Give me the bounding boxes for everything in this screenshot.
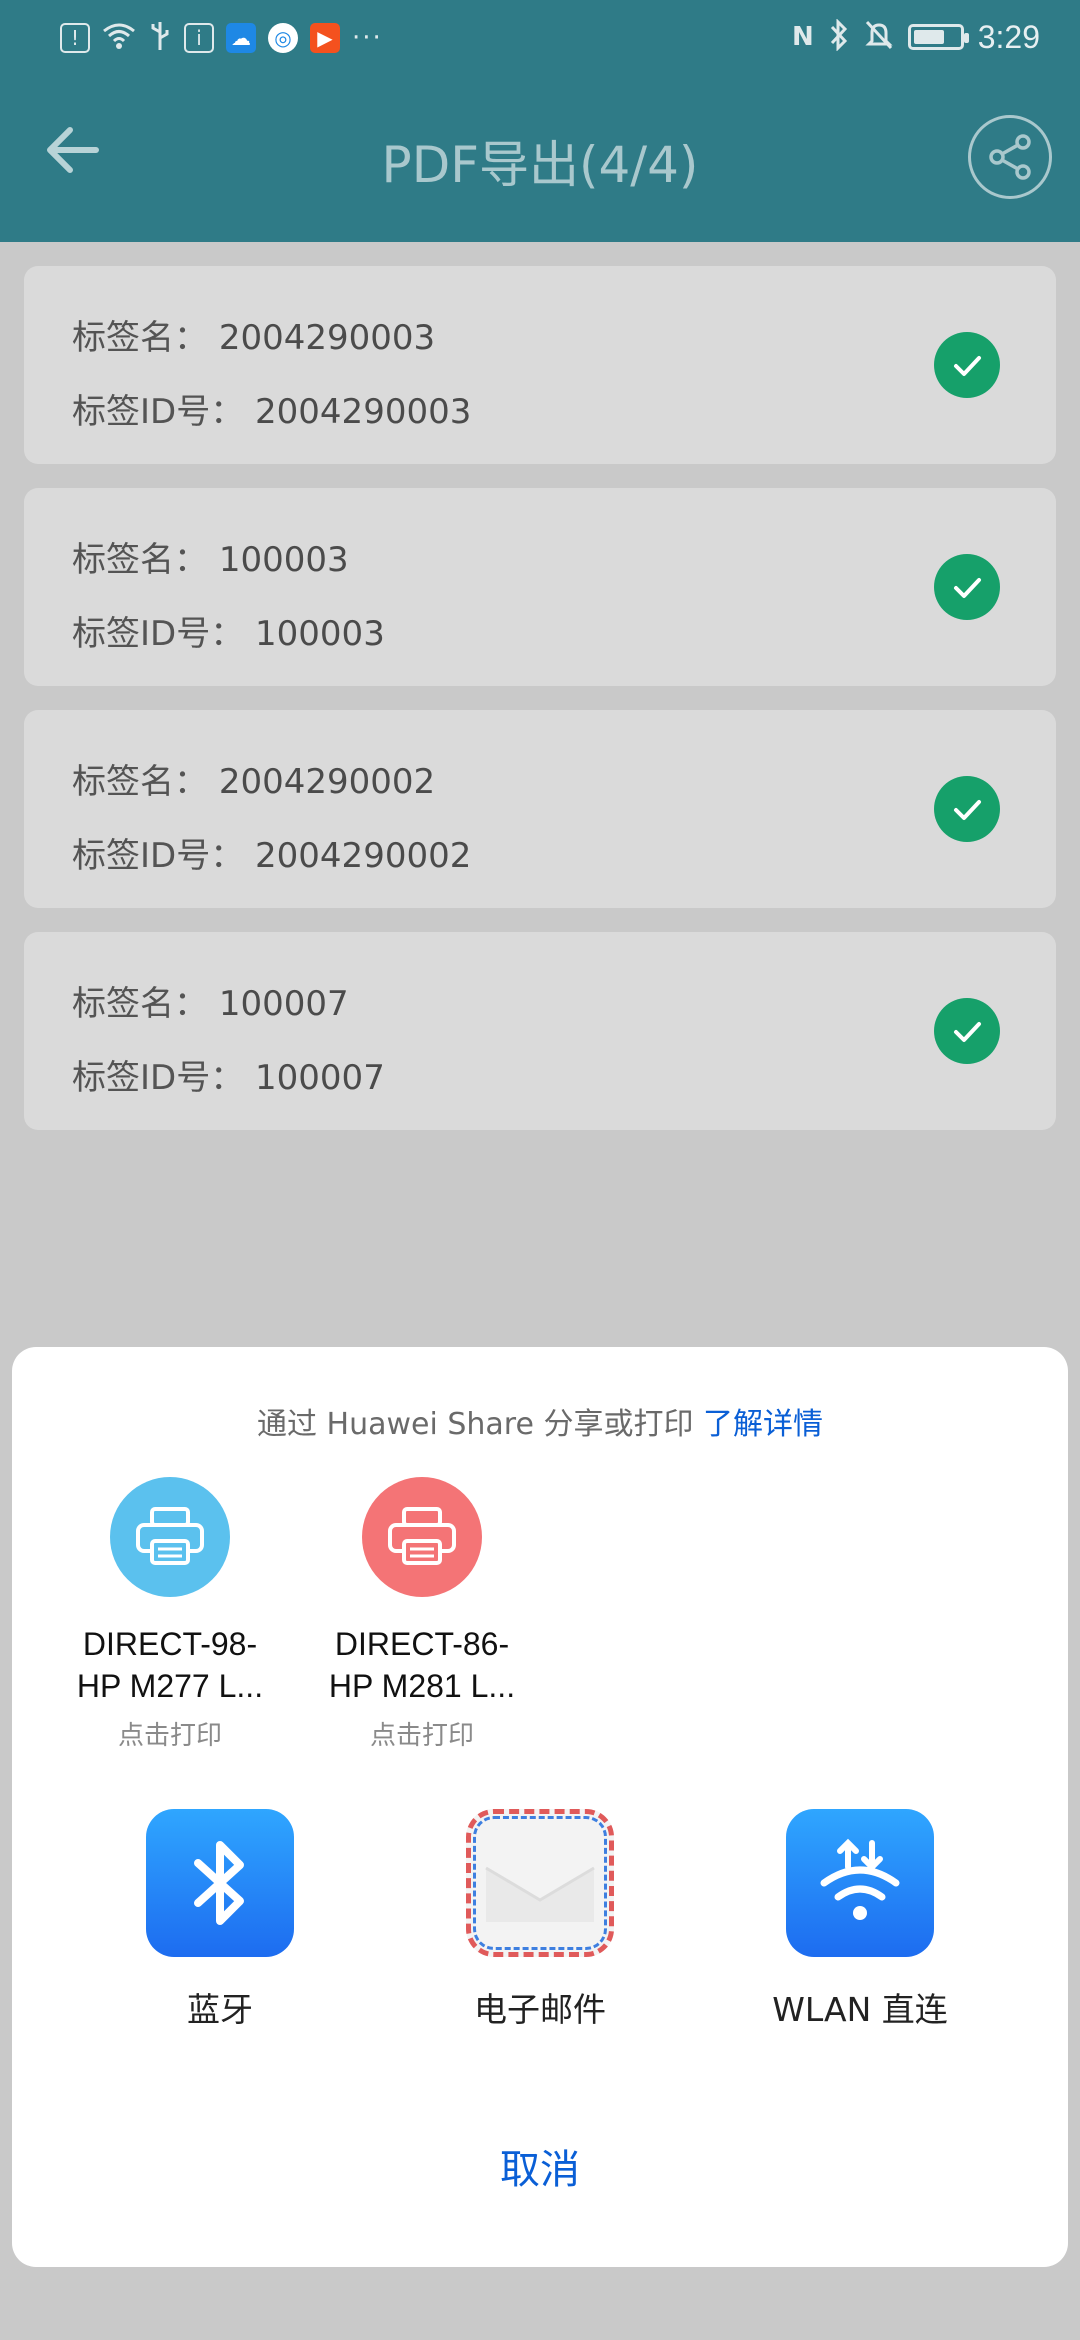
printer-name: DIRECT-98- HP M277 L... bbox=[50, 1623, 290, 1707]
tag-id-label: 标签ID号： bbox=[72, 392, 245, 432]
printer-item[interactable]: DIRECT-86- HP M281 L... 点击打印 bbox=[302, 1477, 542, 1752]
printer-name-line1: DIRECT-86- bbox=[334, 1626, 510, 1662]
share-app-label: 电子邮件 bbox=[474, 1990, 606, 2029]
battery-icon bbox=[907, 24, 969, 50]
tag-id-value: 2004290002 bbox=[255, 836, 472, 876]
tag-name-label: 标签名： bbox=[72, 762, 208, 802]
check-icon bbox=[934, 776, 1000, 842]
printer-name: DIRECT-86- HP M281 L... bbox=[302, 1623, 542, 1707]
tag-id-row: 标签ID号： 2004290002 bbox=[72, 828, 471, 877]
share-email[interactable]: 电子邮件 bbox=[420, 1809, 660, 2031]
tag-id-label: 标签ID号： bbox=[72, 1058, 245, 1098]
tag-name-value: 100007 bbox=[218, 984, 349, 1024]
hint-text: 通过 Huawei Share 分享或打印 bbox=[256, 1407, 694, 1442]
printer-action-label: 点击打印 bbox=[369, 1721, 474, 1751]
cloud-app-icon: ☁ bbox=[226, 23, 256, 53]
learn-more-link[interactable]: 了解详情 bbox=[703, 1407, 823, 1442]
tag-card[interactable]: 标签名： 100003 标签ID号： 100003 bbox=[24, 488, 1056, 686]
tag-name-label: 标签名： bbox=[72, 984, 208, 1024]
printer-icon bbox=[110, 1477, 230, 1597]
bluetooth-icon bbox=[146, 1809, 294, 1957]
tag-name-row: 标签名： 2004290002 bbox=[72, 754, 435, 803]
share-sheet: 通过 Huawei Share 分享或打印 了解详情 DIRECT-98- HP… bbox=[12, 1347, 1068, 2267]
wlan-direct-icon bbox=[786, 1809, 934, 1957]
email-icon bbox=[466, 1809, 614, 1957]
info-app-icon: i bbox=[184, 23, 214, 53]
tag-id-row: 标签ID号： 2004290003 bbox=[72, 384, 471, 433]
tag-card[interactable]: 标签名： 2004290003 标签ID号： 2004290003 bbox=[24, 266, 1056, 464]
tag-id-row: 标签ID号： 100003 bbox=[72, 606, 385, 655]
tag-name-label: 标签名： bbox=[72, 318, 208, 358]
share-bluetooth[interactable]: 蓝牙 bbox=[100, 1809, 340, 2031]
printer-icon bbox=[362, 1477, 482, 1597]
more-notifications: ··· bbox=[352, 23, 383, 53]
tag-name-row: 标签名： 2004290003 bbox=[72, 310, 435, 359]
share-wlan-direct[interactable]: WLAN 直连 bbox=[740, 1809, 980, 2031]
printer-action-label: 点击打印 bbox=[117, 1721, 222, 1751]
tag-id-value: 100003 bbox=[255, 614, 385, 654]
mute-icon bbox=[864, 19, 894, 55]
status-icons-right: N 3:29 bbox=[792, 16, 1040, 58]
tag-id-row: 标签ID号： 100007 bbox=[72, 1050, 385, 1099]
alert-sim-icon: ! bbox=[60, 23, 90, 53]
tag-card[interactable]: 标签名： 2004290002 标签ID号： 2004290002 bbox=[24, 710, 1056, 908]
status-bar: ! i ☁ ◎ ▶ ··· N 3:29 bbox=[0, 0, 1080, 75]
huawei-share-hint: 通过 Huawei Share 分享或打印 了解详情 bbox=[12, 1399, 1068, 1443]
printer-name-line2: HP M281 L... bbox=[328, 1668, 516, 1704]
tag-name-value: 100003 bbox=[218, 540, 349, 580]
browser-app-icon: ◎ bbox=[268, 23, 298, 53]
tag-id-value: 2004290003 bbox=[255, 392, 472, 432]
check-icon bbox=[934, 554, 1000, 620]
share-app-label: WLAN 直连 bbox=[772, 1990, 948, 2029]
tag-id-label: 标签ID号： bbox=[72, 614, 245, 654]
bluetooth-icon bbox=[828, 18, 850, 55]
tag-name-label: 标签名： bbox=[72, 540, 208, 580]
tag-name-value: 2004290002 bbox=[218, 762, 436, 802]
check-icon bbox=[934, 332, 1000, 398]
cancel-button[interactable]: 取消 bbox=[12, 2137, 1068, 2195]
tag-id-label: 标签ID号： bbox=[72, 836, 245, 876]
nfc-icon: N bbox=[791, 22, 814, 52]
share-icon bbox=[989, 134, 1031, 180]
printer-name-line1: DIRECT-98- bbox=[82, 1626, 258, 1662]
tag-list: 标签名： 2004290003 标签ID号： 2004290003 标签名： 1… bbox=[24, 266, 1056, 1154]
usb-icon bbox=[148, 20, 172, 56]
video-app-icon: ▶ bbox=[310, 23, 340, 53]
tag-name-value: 2004290003 bbox=[218, 318, 436, 358]
check-icon bbox=[934, 998, 1000, 1064]
tag-id-value: 100007 bbox=[255, 1058, 385, 1098]
share-button[interactable] bbox=[968, 115, 1052, 199]
tag-name-row: 标签名： 100007 bbox=[72, 976, 349, 1025]
tag-card[interactable]: 标签名： 100007 标签ID号： 100007 bbox=[24, 932, 1056, 1130]
tag-name-row: 标签名： 100003 bbox=[72, 532, 349, 581]
app-bar: PDF导出(4/4) bbox=[0, 75, 1080, 242]
page-title: PDF导出(4/4) bbox=[381, 136, 699, 194]
printer-item[interactable]: DIRECT-98- HP M277 L... 点击打印 bbox=[50, 1477, 290, 1752]
status-time: 3:29 bbox=[977, 18, 1040, 55]
status-icons-left: ! i ☁ ◎ ▶ ··· bbox=[60, 18, 383, 58]
wifi-icon bbox=[102, 21, 136, 55]
share-app-label: 蓝牙 bbox=[187, 1990, 253, 2029]
printer-name-line2: HP M277 L... bbox=[76, 1668, 264, 1704]
